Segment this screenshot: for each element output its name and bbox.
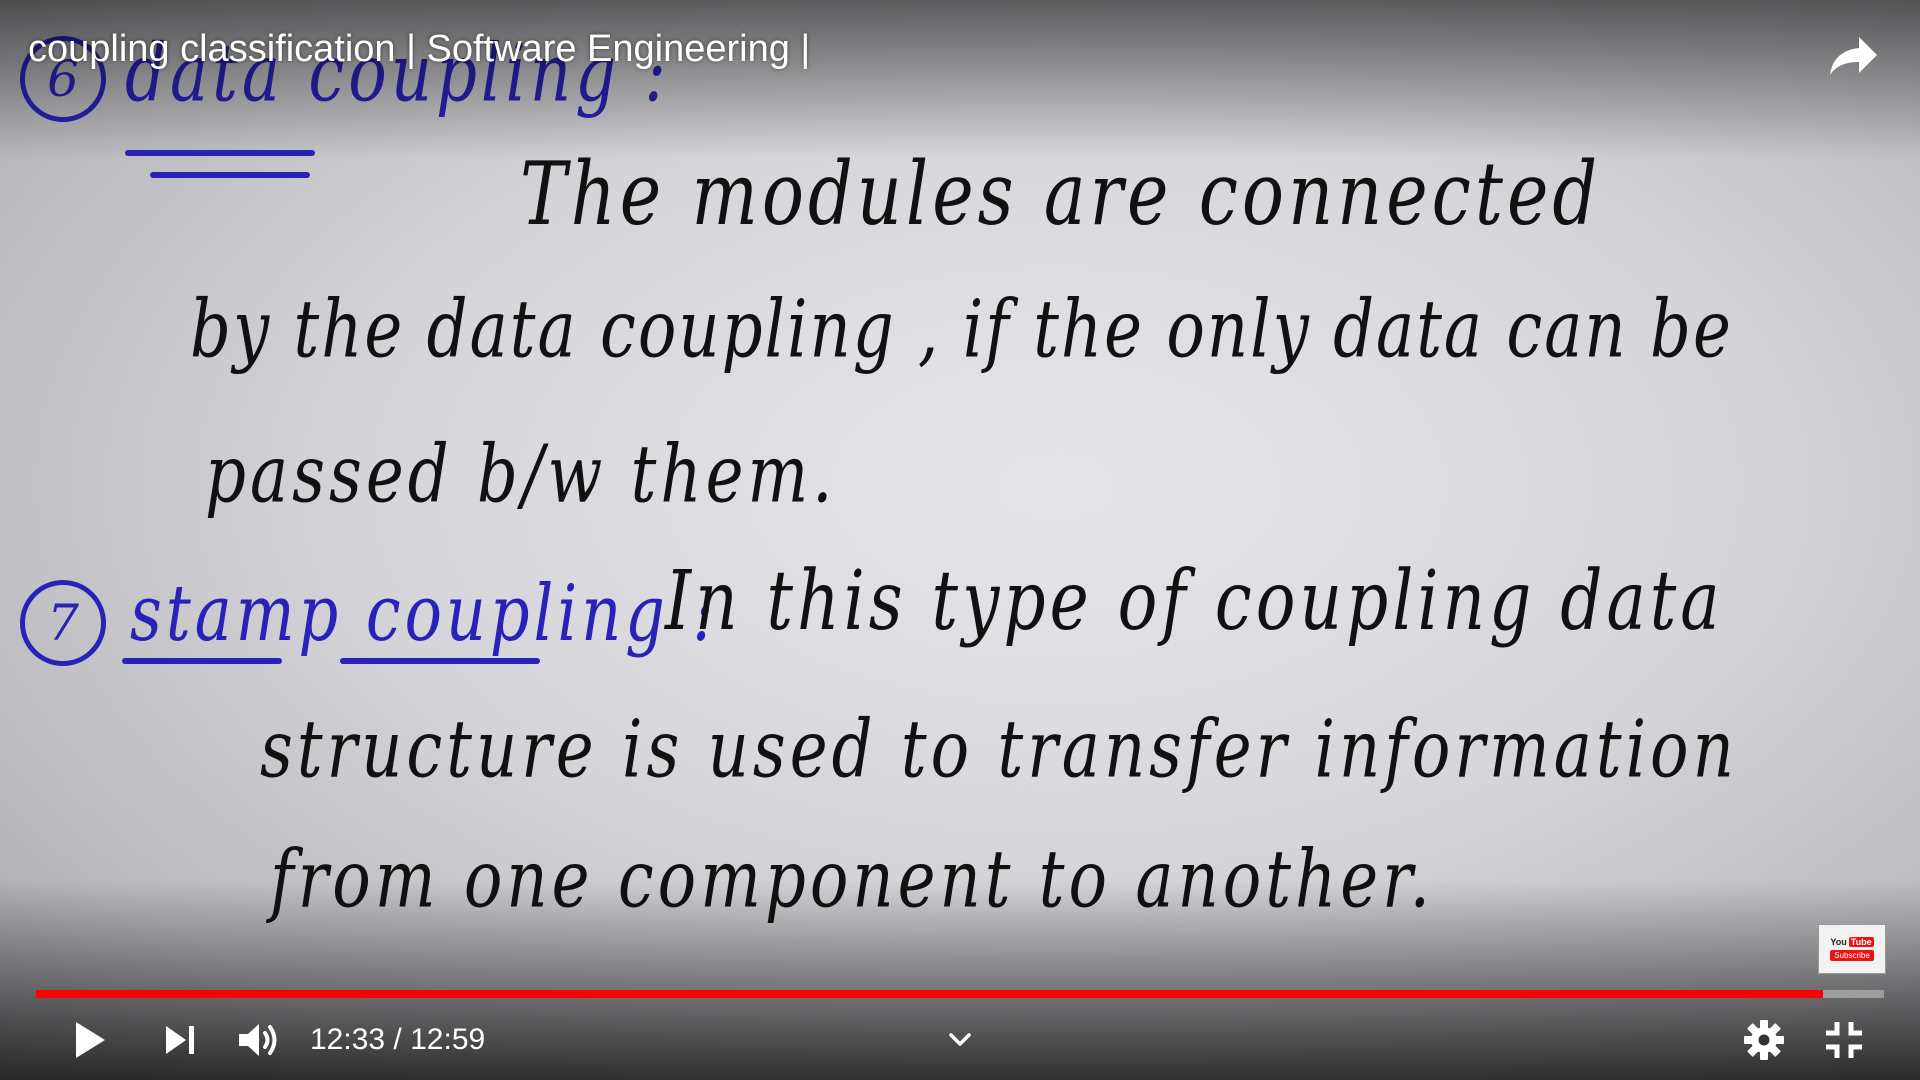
gear-icon	[1744, 1020, 1784, 1060]
subscribe-watermark[interactable]: You Tube Subscribe	[1818, 924, 1886, 974]
control-bar: 12:33 / 12:59	[0, 1010, 1920, 1070]
duration: 12:59	[410, 1023, 486, 1056]
youtube-logo: You Tube	[1830, 937, 1874, 947]
subscribe-label: Subscribe	[1830, 950, 1874, 961]
next-icon	[166, 1026, 194, 1054]
heading-underline	[125, 150, 315, 156]
video-title[interactable]: coupling classification | Software Engin…	[28, 28, 810, 71]
board-line: from one component to another.	[270, 833, 1434, 927]
board-line: passed b/w them.	[205, 428, 837, 522]
heading-underline	[150, 172, 310, 178]
whiteboard-frame: 6 data coupling : The modules are connec…	[0, 0, 1920, 1080]
board-line: structure is used to transfer informatio…	[260, 703, 1738, 797]
share-button[interactable]	[1826, 28, 1882, 84]
heading-underline	[122, 658, 282, 664]
board-line: The modules are connected	[520, 142, 1602, 245]
time-separator: /	[393, 1023, 402, 1056]
progress-bar[interactable]	[36, 990, 1884, 998]
volume-button[interactable]	[230, 1010, 290, 1070]
current-time: 12:33	[310, 1023, 386, 1056]
exit-fullscreen-button[interactable]	[1814, 1010, 1874, 1070]
play-button[interactable]	[60, 1010, 120, 1070]
stamp-coupling-heading: stamp coupling :	[130, 567, 718, 659]
item-number-7: 7	[20, 580, 106, 666]
next-button[interactable]	[150, 1010, 210, 1070]
heading-underline	[340, 658, 540, 664]
settings-button[interactable]	[1736, 1010, 1792, 1070]
share-icon	[1830, 37, 1877, 75]
time-display: 12:33 / 12:59	[310, 1010, 485, 1070]
video-player[interactable]: 6 data coupling : The modules are connec…	[0, 0, 1920, 1080]
play-icon	[76, 1022, 105, 1058]
volume-icon	[239, 1024, 277, 1056]
progress-played	[36, 990, 1824, 998]
exit-fullscreen-icon	[1826, 1022, 1862, 1058]
board-line: In this type of coupling data	[665, 552, 1724, 649]
board-line: by the data coupling , if the only data …	[190, 283, 1733, 377]
more-videos-toggle[interactable]	[940, 1010, 980, 1070]
chevron-down-icon	[949, 1033, 971, 1046]
